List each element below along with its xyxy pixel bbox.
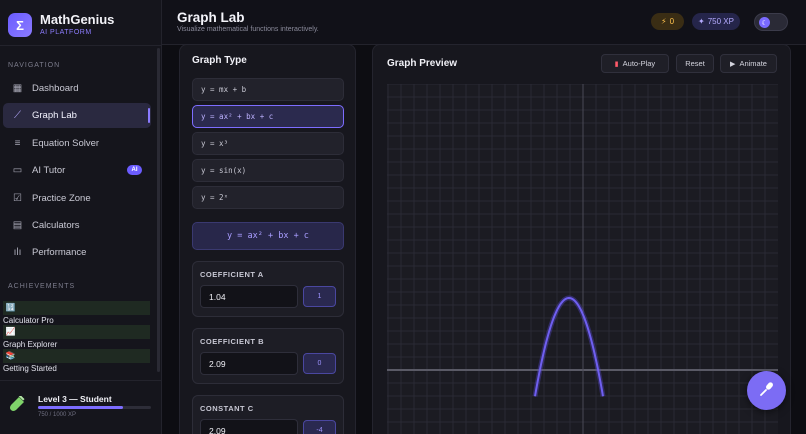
sidebar-item-equation-solver[interactable]: ≡ Equation Solver — [3, 131, 151, 156]
equation-icon: ≡ — [14, 137, 21, 149]
page-title: Graph Lab — [177, 10, 245, 25]
sidebar-item-practice-zone[interactable]: ☑ Practice Zone — [3, 186, 151, 211]
constant-c-input[interactable]: 2.09 — [200, 419, 298, 434]
achievement-bar — [3, 349, 150, 363]
graph-type-panel: Graph Type y = mx + b y = ax² + bx + c y… — [179, 44, 356, 434]
achievement-item: 🔢 Calculator Pro — [3, 301, 151, 325]
page-subtitle: Visualize mathematical functions interac… — [177, 26, 319, 33]
sidebar: Σ MathGenius AI PLATFORM NAVIGATION ▦ Da… — [0, 0, 162, 434]
animate-button[interactable]: ▶ Animate — [720, 54, 777, 73]
top-header: Graph Lab Visualize mathematical functio… — [162, 0, 806, 45]
achievements-list: 🔢 Calculator Pro 📈 Graph Explorer 📚 Gett… — [3, 301, 151, 373]
calculator-emoji-icon: 🔢 — [5, 303, 16, 312]
coefficient-a-input[interactable]: 1.04 — [200, 285, 298, 308]
sidebar-nav: ▦ Dashboard ⟋ Graph Lab ≡ Equation Solve… — [3, 76, 151, 268]
auto-play-label: Auto-Play — [622, 59, 656, 68]
graph-plot — [387, 83, 778, 434]
coefficient-b-label: COEFFICIENT B — [200, 337, 264, 346]
level-progress-bar — [38, 406, 151, 409]
coefficient-b-button[interactable]: 0 — [303, 353, 336, 374]
constant-c-button[interactable]: -4 — [303, 420, 336, 434]
ai-badge: AI — [127, 165, 142, 176]
brand-title: MathGenius — [40, 12, 115, 27]
reset-label: Reset — [685, 59, 705, 68]
sparkle-icon: ✦ — [698, 17, 705, 26]
graph-emoji-icon: 📈 — [5, 327, 16, 336]
sidebar-item-label: Equation Solver — [32, 137, 100, 149]
streak-badge[interactable]: ⚡ 0 — [651, 13, 684, 30]
level-progress-fill — [38, 406, 123, 409]
coefficient-a-card: COEFFICIENT A 1.04 1 — [192, 261, 344, 317]
achievements-section-label: ACHIEVEMENTS — [8, 283, 76, 290]
sidebar-item-dashboard[interactable]: ▦ Dashboard — [3, 76, 151, 101]
brand[interactable]: Σ MathGenius AI PLATFORM — [8, 13, 114, 37]
brand-subtitle: AI PLATFORM — [40, 29, 92, 36]
achievement-bar — [3, 301, 150, 315]
sidebar-item-ai-tutor[interactable]: ▭ AI Tutor AI — [3, 158, 151, 183]
level-card: Level 3 — Student 750 / 1000 XP — [0, 380, 162, 434]
bar-chart-icon: ılı — [13, 247, 22, 259]
achievement-bar — [3, 325, 150, 339]
books-emoji-icon: 📚 — [5, 351, 16, 360]
sidebar-item-calculators[interactable]: ▤ Calculators — [3, 213, 151, 238]
coefficient-b-input[interactable]: 2.09 — [200, 352, 298, 375]
auto-play-button[interactable]: ▮ Auto-Play — [601, 54, 669, 73]
checkbox-icon: ☑ — [13, 192, 22, 204]
sidebar-item-label: Graph Lab — [32, 110, 77, 122]
achievement-label: Calculator Pro — [3, 316, 54, 325]
graph-type-title: Graph Type — [192, 55, 247, 66]
theme-toggle[interactable]: ☾ — [754, 13, 788, 31]
level-title: Level 3 — Student — [38, 394, 112, 404]
achievement-item: 📈 Graph Explorer — [3, 325, 151, 349]
calculator-icon: ▤ — [12, 219, 23, 231]
play-icon: ▶ — [730, 60, 736, 68]
graph-type-list: y = mx + b y = ax² + bx + c y = x³ y = s… — [192, 78, 344, 213]
graph-preview-title: Graph Preview — [387, 58, 458, 69]
app: Σ MathGenius AI PLATFORM NAVIGATION ▦ Da… — [0, 0, 806, 434]
sidebar-scrollbar[interactable] — [157, 48, 160, 372]
line-chart-icon: ⟋ — [14, 110, 21, 122]
parabola-curve — [534, 297, 604, 397]
test-tube-icon — [9, 394, 25, 416]
sidebar-item-label: Dashboard — [32, 83, 79, 94]
achievement-item: 📚 Getting Started — [3, 349, 151, 373]
voice-assistant-button[interactable] — [747, 371, 786, 410]
coefficient-a-button[interactable]: 1 — [303, 286, 336, 307]
graph-type-quadratic[interactable]: y = ax² + bx + c — [192, 105, 344, 128]
graph-type-cubic[interactable]: y = x³ — [192, 132, 344, 155]
moon-icon: ☾ — [759, 17, 770, 28]
xp-count: 750 XP — [707, 17, 734, 26]
reset-button[interactable]: Reset — [676, 54, 714, 73]
sidebar-item-label: AI Tutor — [32, 165, 66, 177]
level-xp-text: 750 / 1000 XP — [38, 412, 77, 418]
grid-icon: ▦ — [12, 83, 23, 94]
animate-label: Animate — [739, 59, 767, 68]
lightning-icon: ⚡ — [660, 17, 667, 26]
formula-display: y = ax² + bx + c — [192, 222, 344, 250]
graph-type-linear[interactable]: y = mx + b — [192, 78, 344, 101]
sidebar-item-label: Practice Zone — [32, 192, 91, 204]
microphone-icon — [759, 381, 775, 401]
sidebar-item-label: Calculators — [32, 219, 80, 231]
graph-preview-panel: Graph Preview ▮ Auto-Play Reset ▶ Animat… — [372, 44, 791, 434]
constant-c-card: CONSTANT C 2.09 -4 — [192, 395, 344, 434]
sidebar-item-graph-lab[interactable]: ⟋ Graph Lab — [3, 103, 151, 129]
coefficient-a-label: COEFFICIENT A — [200, 270, 264, 279]
achievement-label: Getting Started — [3, 364, 57, 373]
achievement-label: Graph Explorer — [3, 340, 58, 349]
sigma-logo-icon: Σ — [8, 13, 32, 37]
sidebar-item-label: Performance — [32, 247, 87, 259]
streak-count: 0 — [669, 17, 675, 26]
coefficient-b-card: COEFFICIENT B 2.09 0 — [192, 328, 344, 384]
sidebar-item-performance[interactable]: ılı Performance — [3, 240, 151, 265]
xp-badge[interactable]: ✦ 750 XP — [692, 13, 740, 30]
chat-icon: ▭ — [12, 165, 23, 177]
nav-section-label: NAVIGATION — [8, 62, 61, 69]
graph-canvas[interactable] — [387, 83, 778, 434]
graph-type-sine[interactable]: y = sin(x) — [192, 159, 344, 182]
record-icon: ▮ — [614, 60, 619, 68]
graph-type-exponential[interactable]: y = 2ˣ — [192, 186, 344, 209]
constant-c-label: CONSTANT C — [200, 404, 254, 413]
sidebar-divider — [0, 45, 162, 46]
